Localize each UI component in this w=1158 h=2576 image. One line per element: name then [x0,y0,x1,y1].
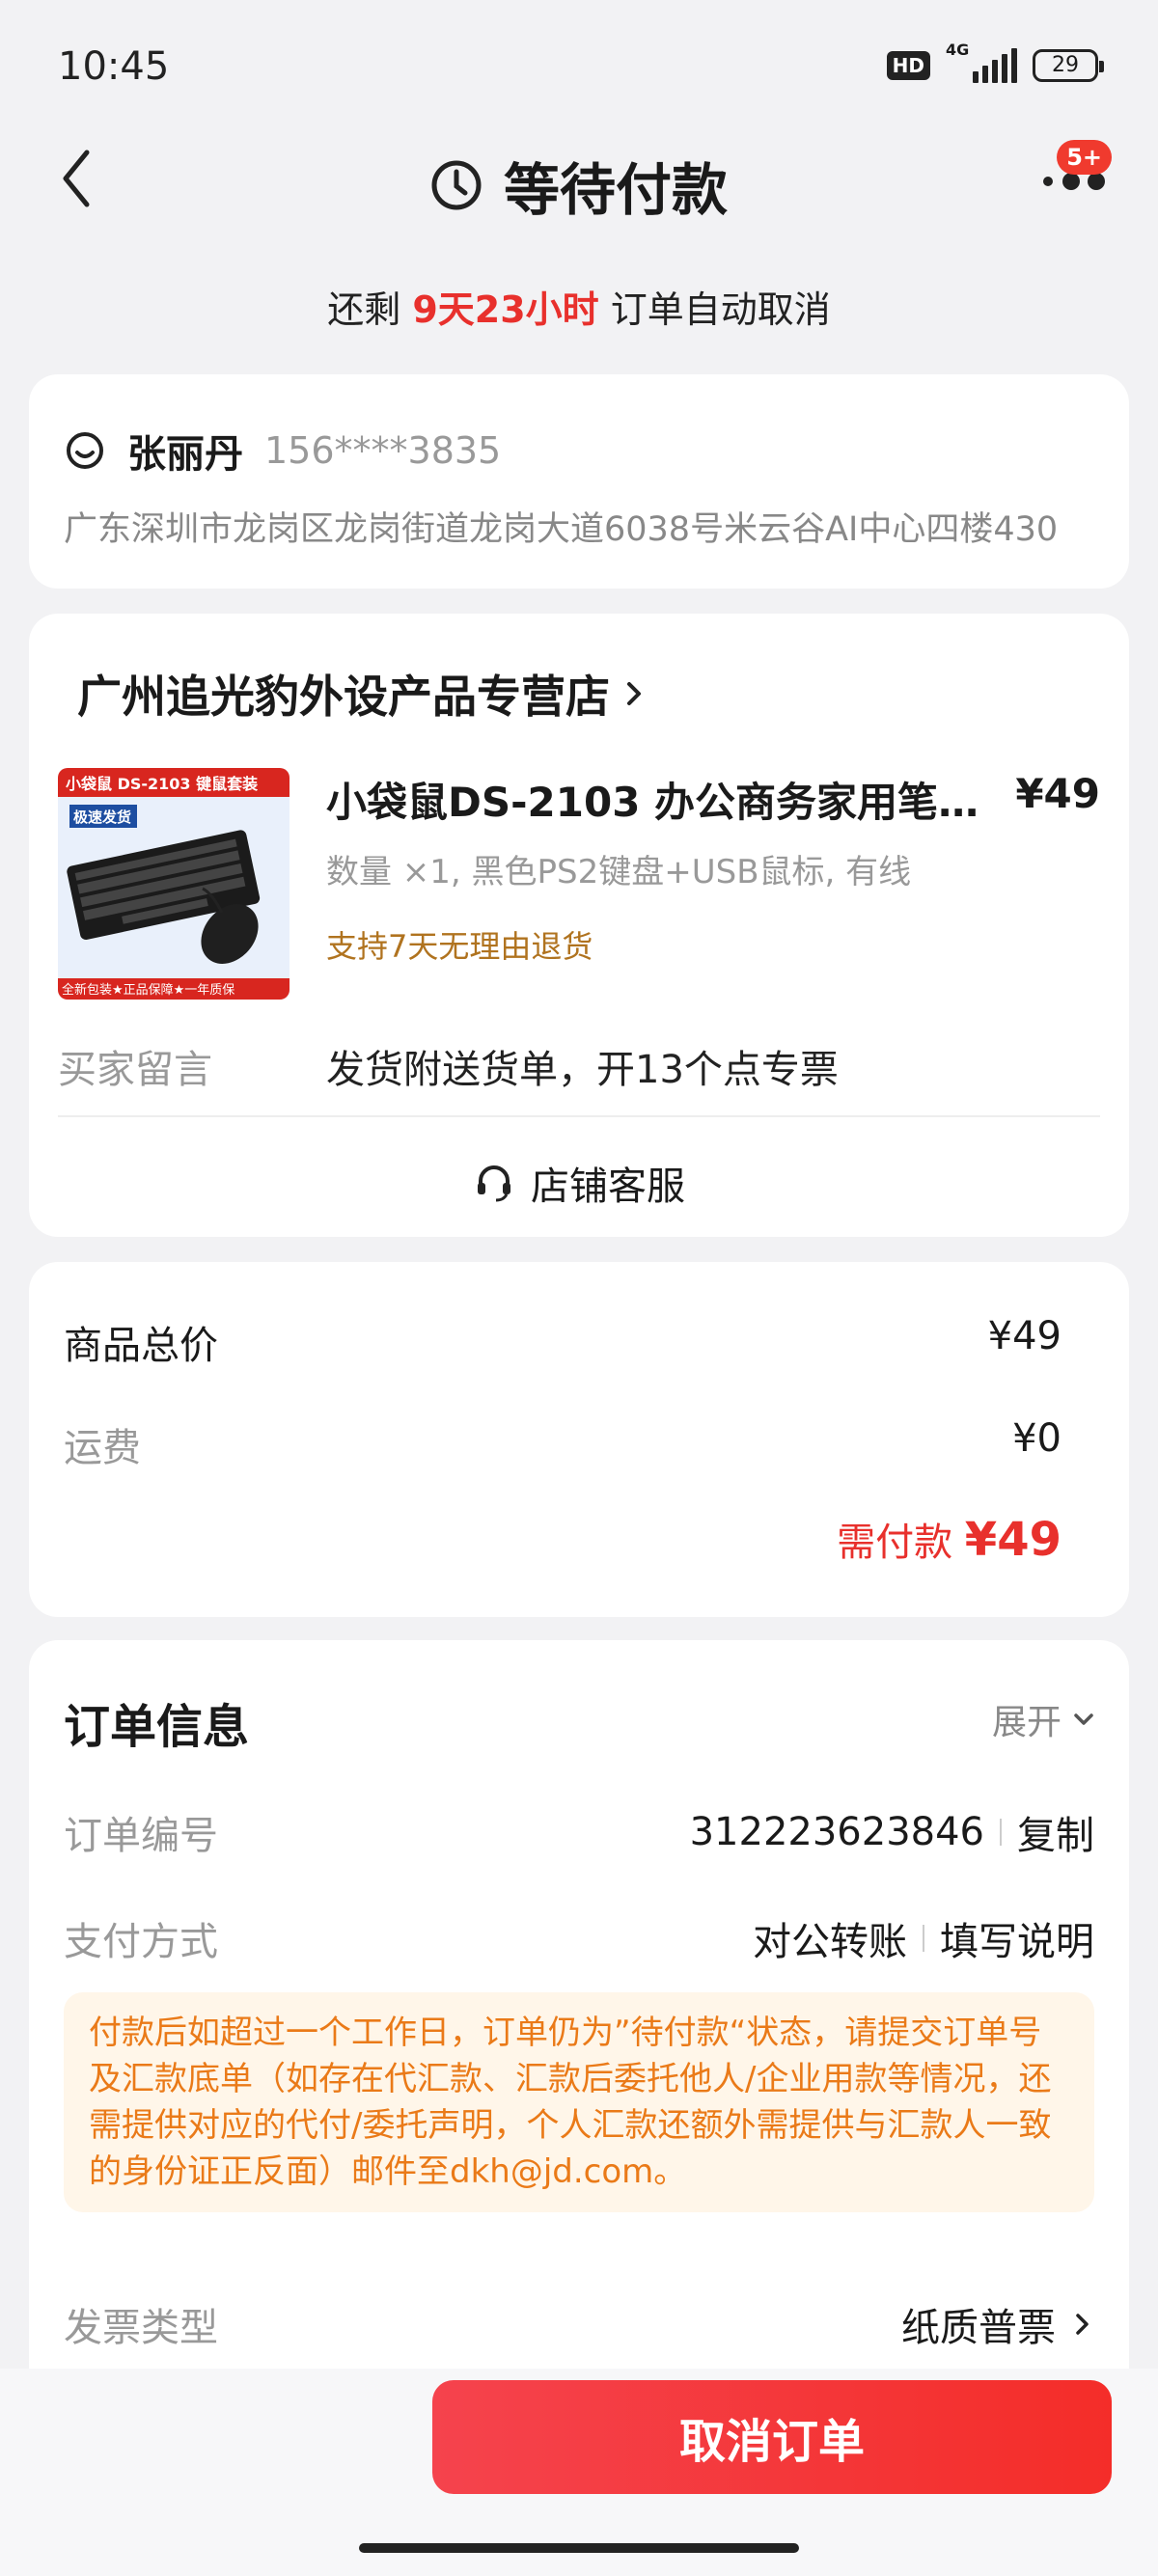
countdown-time: 9天23小时 [412,288,599,331]
cancel-order-button[interactable]: 取消订单 [432,2380,1112,2494]
battery-icon: 29 [1033,49,1104,82]
customer-service-button[interactable]: 店铺客服 [29,1144,1129,1221]
return-policy-tag: 支持7天无理由退货 [326,928,593,965]
recipient-phone: 156****3835 [264,429,502,472]
hd-icon: HD [886,51,930,80]
separator [1000,1819,1002,1846]
shop-link[interactable]: 广州追光豹外设产品专营店 [77,662,647,726]
shipping-label: 运费 [64,1426,141,1470]
shipping-value: ¥0 [1012,1416,1062,1461]
order-info-title: 订单信息 [64,1700,250,1754]
page-title-text: 等待付款 [503,157,728,223]
amount-due-value: ¥49 [964,1513,1062,1567]
product-thumbnail[interactable]: 小袋鼠 DS-2103 键鼠套装 极速发货 全新包装★正品保障★一年质保 [58,768,290,1000]
keyboard-mouse-image: 小袋鼠 DS-2103 键鼠套装 极速发货 全新包装★正品保障★一年质保 [58,768,290,1000]
status-icons: HD 4G 29 [886,41,1104,83]
signal-icon: 4G [946,41,1017,83]
address-card[interactable]: 张丽丹 156****3835 广东深圳市龙岗区龙岗街道龙岗大道6038号米云谷… [29,374,1129,589]
fill-instructions-link[interactable]: 填写说明 [940,1910,1094,1966]
cancel-countdown: 还剩 9天23小时 订单自动取消 [327,288,831,331]
order-number-row: 312223623846 复制 [690,1804,1094,1860]
payment-method-row: 对公转账 填写说明 [753,1910,1094,1966]
subtotal-value: ¥49 [987,1314,1062,1358]
invoice-type: 纸质普票 [901,2306,1056,2350]
subtotal-label: 商品总价 [64,1324,218,1368]
message-badge: 5+ [1057,140,1112,175]
divider [58,1115,1100,1117]
clock-icon [431,160,482,210]
svg-text:全新包装★正品保障★一年质保: 全新包装★正品保障★一年质保 [62,982,234,998]
invoice-type-label: 发票类型 [64,2306,218,2350]
address-detail: 广东深圳市龙岗区龙岗街道龙岗大道6038号米云谷AI中心四楼430 [64,510,1059,549]
chevron-down-icon [1074,1713,1093,1725]
price-card: 商品总价 ¥49 运费 ¥0 需付款 ¥49 [29,1262,1129,1617]
product-spec: 数量 ×1, 黑色PS2键盘+USB鼠标, 有线 [326,853,912,891]
amount-due: 需付款 ¥49 [837,1513,1062,1567]
product-title[interactable]: 小袋鼠DS-2103 办公商务家用笔记本台式机键鼠套装 [326,770,982,829]
recipient-name: 张丽丹 [127,432,243,477]
shop-name: 广州追光豹外设产品专营店 [77,671,610,723]
copy-button[interactable]: 复制 [1017,1804,1094,1860]
home-indicator[interactable] [359,2543,799,2553]
svg-text:极速发货: 极速发货 [73,808,131,826]
status-time: 10:45 [58,44,170,89]
customer-service-label: 店铺客服 [531,1165,685,1209]
buyer-note: 发货附送货单，开13个点专票 [326,1048,839,1092]
product-price: ¥49 [1015,770,1100,817]
invoice-type-row[interactable]: 纸质普票 [901,2296,1094,2352]
chevron-right-icon [1076,2314,1089,2335]
location-icon [67,432,103,469]
chevron-right-icon [627,682,641,705]
page-title: 等待付款 [0,145,1158,226]
payment-method: 对公转账 [753,1920,907,1964]
buyer-note-label: 买家留言 [58,1048,212,1092]
headset-icon [478,1165,510,1202]
payment-method-label: 支付方式 [64,1920,218,1964]
order-number: 312223623846 [689,1810,984,1854]
separator [923,1925,924,1952]
order-info-card: 订单信息 展开 订单编号 312223623846 复制 支付方式 对公转账 填… [29,1640,1129,2412]
shop-card: 广州追光豹外设产品专营店 小袋鼠 DS-2103 键鼠套装 极速发货 全新包装★… [29,614,1129,1237]
payment-notice: 付款后如超过一个工作日，订单仍为”待付款“状态，请提交订单号及汇款底单（如存在代… [64,1992,1094,2212]
svg-text:小袋鼠 DS-2103 键鼠套装: 小袋鼠 DS-2103 键鼠套装 [66,775,258,793]
expand-button[interactable]: 展开 [992,1694,1096,1744]
order-number-label: 订单编号 [64,1814,218,1858]
